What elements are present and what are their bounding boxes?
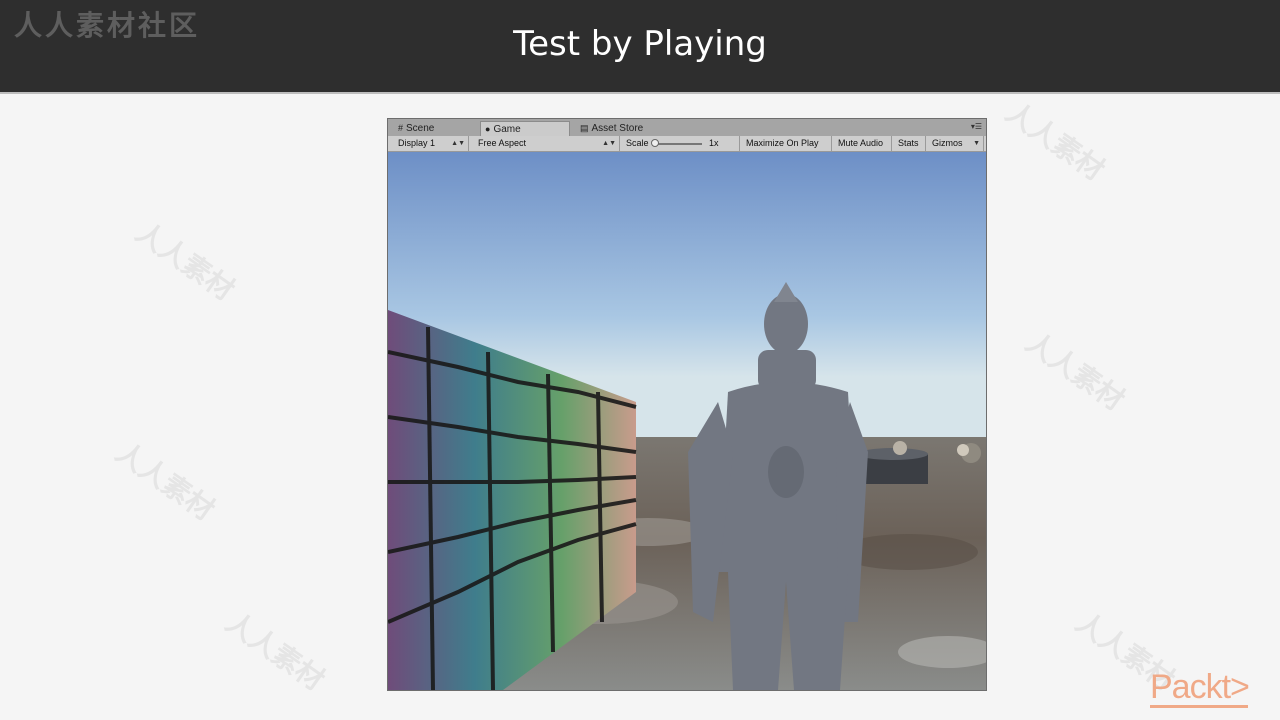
gizmos-dropdown[interactable]: Gizmos ▼ xyxy=(926,136,984,151)
game-scene xyxy=(388,152,986,690)
display-value: Display 1 xyxy=(398,138,436,148)
aspect-select[interactable]: Free Aspect ▲▼ xyxy=(472,136,620,151)
select-arrows-icon: ▲▼ xyxy=(451,140,465,147)
maximize-on-play-toggle[interactable]: Maximize On Play xyxy=(740,136,832,151)
scale-control: Scale 1x xyxy=(620,136,740,151)
scale-slider-handle[interactable] xyxy=(651,139,659,147)
tab-label: Asset Store xyxy=(591,123,644,134)
title-bar: 人人素材社区 Test by Playing xyxy=(0,0,1280,94)
character-head xyxy=(764,294,808,354)
logo-underline xyxy=(1150,705,1248,708)
tab-label: Scene xyxy=(406,123,435,134)
panel-menu-icon[interactable]: ▾☰ xyxy=(971,122,982,131)
select-arrows-icon: ▲▼ xyxy=(602,140,616,147)
chevron-down-icon: ▼ xyxy=(973,140,980,147)
tab-label: Game xyxy=(493,124,521,135)
tab-scene[interactable]: # Scene xyxy=(394,121,480,136)
watermark: 人人素材 xyxy=(129,215,241,307)
shopping-bag-icon: ▤ xyxy=(580,123,589,133)
tab-game[interactable]: ● Game xyxy=(480,121,570,136)
grid-icon: # xyxy=(398,123,404,133)
slide-title: Test by Playing xyxy=(513,24,767,64)
distant-sphere xyxy=(957,444,969,456)
game-viewport[interactable] xyxy=(388,152,986,690)
watermark: 人人素材 xyxy=(1019,325,1131,417)
scale-value: 1x xyxy=(709,138,719,148)
watermark: 人人素材 xyxy=(109,435,221,527)
tab-bar: # Scene ● Game ▤ Asset Store ▾☰ xyxy=(388,119,986,137)
scale-slider-track[interactable] xyxy=(656,143,702,145)
gizmos-label: Gizmos xyxy=(932,138,963,148)
watermark: 人人素材 xyxy=(219,605,331,697)
character-back-emblem xyxy=(768,446,804,498)
game-controller-icon: ● xyxy=(485,124,491,134)
tab-asset-store[interactable]: ▤ Asset Store xyxy=(576,121,686,136)
aspect-value: Free Aspect xyxy=(478,138,527,148)
watermark: 人人素材 xyxy=(999,95,1111,187)
stats-toggle[interactable]: Stats xyxy=(892,136,926,151)
mute-audio-toggle[interactable]: Mute Audio xyxy=(832,136,892,151)
display-select[interactable]: Display 1 ▲▼ xyxy=(392,136,469,151)
packt-logo: Packt> xyxy=(1150,668,1250,706)
game-toolbar: Display 1 ▲▼ Free Aspect ▲▼ Scale 1x Max… xyxy=(388,136,986,152)
distant-block-top xyxy=(858,448,928,460)
unity-game-window: # Scene ● Game ▤ Asset Store ▾☰ Display 1 ▲… xyxy=(387,118,987,691)
scale-label: Scale xyxy=(626,138,649,148)
distant-sphere xyxy=(893,441,907,455)
